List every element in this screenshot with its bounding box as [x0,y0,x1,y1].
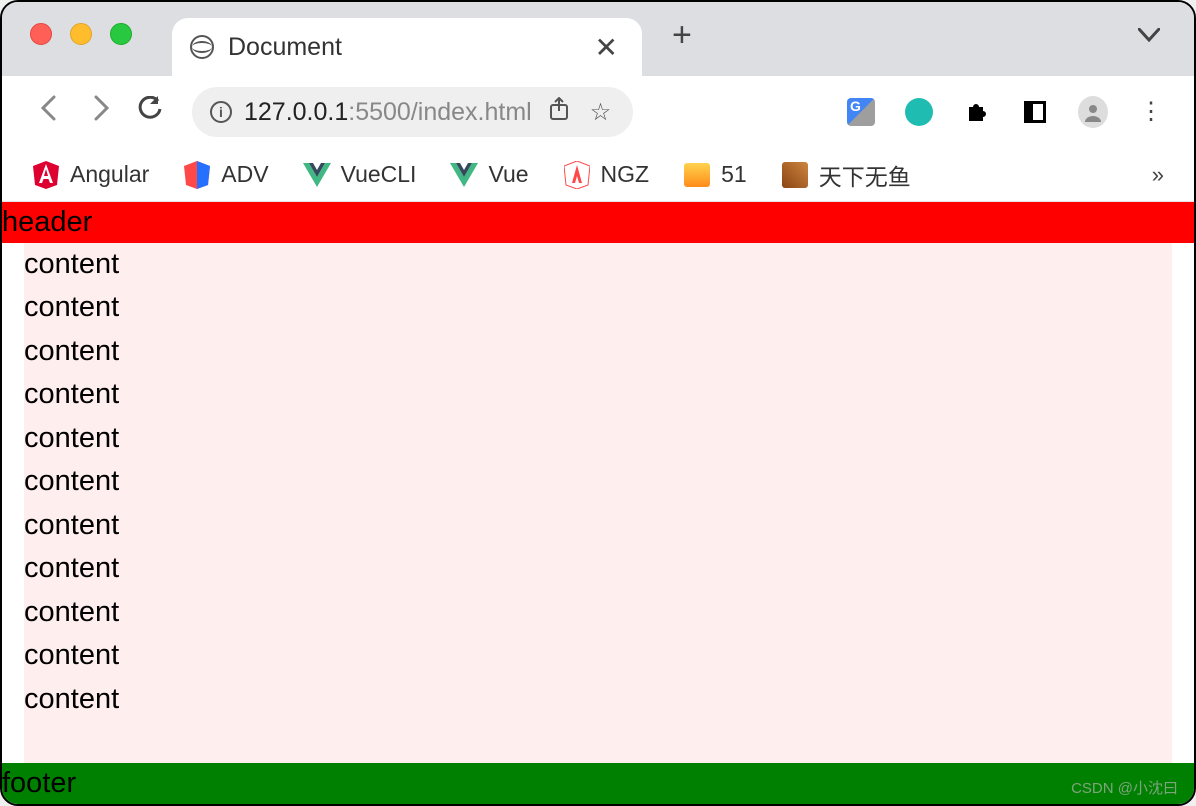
url-host: 127.0.0.1 [244,98,348,126]
close-window-button[interactable] [30,23,52,45]
content-line: content [24,591,1172,635]
content-line: content [24,373,1172,417]
page-viewport: header content content content content c… [2,202,1194,804]
angular-icon [32,161,60,189]
content-line: content [24,286,1172,330]
globe-icon [190,35,214,59]
extension-teal-icon[interactable] [904,97,934,127]
window-controls [30,23,132,45]
content-line: content [24,504,1172,548]
browser-tab[interactable]: Document ✕ [172,18,642,76]
tab-title: Document [228,33,589,62]
menu-button[interactable]: ⋮ [1136,97,1166,127]
51-icon [683,161,711,189]
content-line: content [24,417,1172,461]
bookmark-label: Angular [70,161,149,188]
content-line: content [24,634,1172,678]
extensions-button[interactable] [962,97,992,127]
panel-toggle-icon[interactable] [1020,97,1050,127]
bookmarks-bar: Angular ADV VueCLI Vue NGZ [2,148,1194,202]
vuecli-icon [303,161,331,189]
address-bar[interactable]: i 127.0.0.1:5500/index.html ☆ [192,87,633,137]
share-icon[interactable] [544,97,574,128]
bookmark-ngz[interactable]: NGZ [563,161,650,189]
ngz-icon [563,161,591,189]
bookmark-vue[interactable]: Vue [450,161,528,189]
bookmark-star-icon[interactable]: ☆ [586,98,616,127]
bookmark-vuecli[interactable]: VueCLI [303,161,417,189]
bookmark-label: 天下无鱼 [819,158,911,192]
page-content: content content content content content … [24,243,1172,804]
url-port: :5500 [348,98,411,126]
tabs-dropdown-button[interactable] [1138,22,1160,48]
bookmark-adv[interactable]: ADV [183,161,268,189]
bookmarks-overflow-button[interactable]: » [1152,162,1164,188]
bookmark-fish[interactable]: 天下无鱼 [781,158,911,192]
toolbar-right: ⋮ [846,97,1166,127]
minimize-window-button[interactable] [70,23,92,45]
page-footer: footer [2,763,1194,804]
content-line: content [24,678,1172,722]
content-line: content [24,460,1172,504]
back-button[interactable] [30,95,70,129]
bookmark-51[interactable]: 51 [683,161,747,189]
close-tab-button[interactable]: ✕ [589,31,624,64]
titlebar: Document ✕ + [2,2,1194,76]
reload-button[interactable] [130,96,170,129]
bookmark-angular[interactable]: Angular [32,161,149,189]
url-text: 127.0.0.1:5500/index.html [244,98,532,127]
new-tab-button[interactable]: + [672,16,692,55]
vue-icon [450,161,478,189]
adv-icon [183,161,211,189]
fish-icon [781,161,809,189]
google-translate-extension-icon[interactable] [846,97,876,127]
bookmark-label: VueCLI [341,161,417,188]
content-line: content [24,330,1172,374]
site-info-icon[interactable]: i [210,101,232,123]
bookmark-label: Vue [488,161,528,188]
bookmark-label: 51 [721,161,747,188]
profile-avatar-button[interactable] [1078,97,1108,127]
bookmark-label: ADV [221,161,268,188]
url-path: /index.html [411,98,532,126]
watermark: CSDN @小沈曰 [1071,777,1178,798]
browser-window: Document ✕ + i 127.0.0.1:5500/index.html… [0,0,1196,806]
content-line: content [24,243,1172,287]
bookmark-label: NGZ [601,161,650,188]
forward-button[interactable] [80,95,120,129]
maximize-window-button[interactable] [110,23,132,45]
page-header: header [2,202,1194,243]
toolbar: i 127.0.0.1:5500/index.html ☆ ⋮ [2,76,1194,148]
content-line: content [24,547,1172,591]
